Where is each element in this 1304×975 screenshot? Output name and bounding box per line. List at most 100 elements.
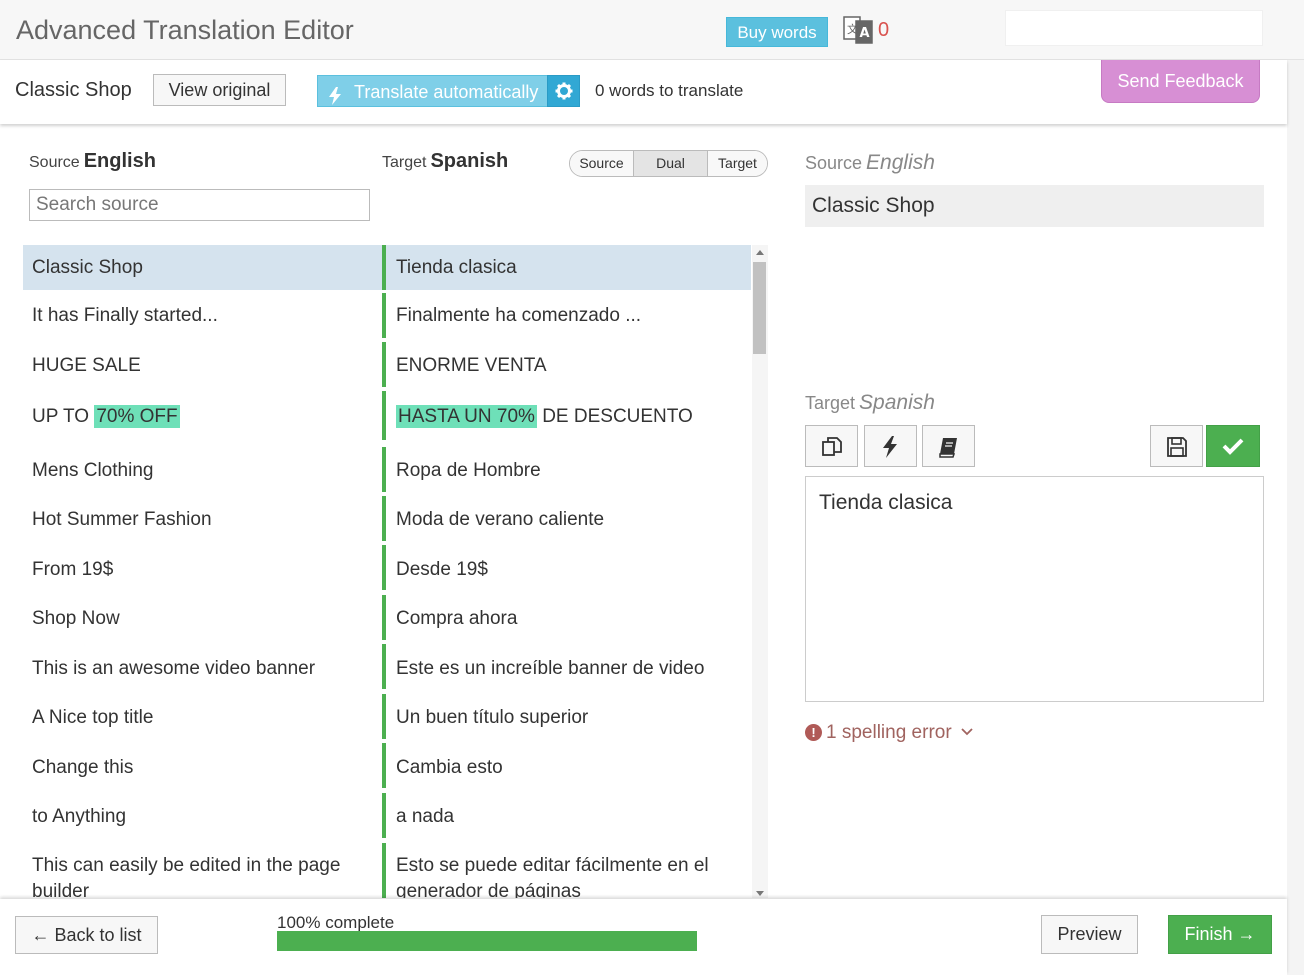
translate-automatically-label: Translate automatically [354, 82, 539, 102]
scroll-up-arrow-icon[interactable] [756, 250, 764, 255]
row-status-bar [382, 342, 386, 387]
row-source-text: UP TO 70% OFF [32, 405, 180, 428]
translation-row[interactable]: This can easily be edited in the page bu… [23, 843, 751, 898]
view-mode-source[interactable]: Source [570, 151, 634, 176]
view-original-button[interactable]: View original [153, 74, 286, 106]
machine-translate-button[interactable] [864, 425, 917, 467]
window-gutter [1287, 60, 1304, 975]
copy-source-button[interactable] [805, 425, 858, 467]
translation-row[interactable]: From 19$ Desde 19$ [23, 545, 751, 590]
translation-row[interactable]: Mens Clothing Ropa de Hombre [23, 447, 751, 492]
scroll-down-arrow-icon[interactable] [756, 891, 764, 896]
row-target-text: Esto se puede editar fácilmente en el ge… [396, 855, 709, 898]
translation-row[interactable]: Hot Summer Fashion Moda de verano calien… [23, 496, 751, 541]
preview-button[interactable]: Preview [1041, 915, 1138, 954]
view-mode-toggle: Source Dual Target [569, 150, 768, 177]
title-bar: Advanced Translation Editor Buy words 文 … [0, 0, 1304, 60]
row-target-text: HASTA UN 70% DE DESCUENTO [396, 405, 693, 428]
row-status-bar [382, 595, 386, 640]
editor-toolbar: Classic Shop View original Translate aut… [0, 60, 1287, 124]
dictionary-button[interactable] [922, 425, 975, 467]
target-language-name: Spanish [430, 150, 509, 172]
row-source-text: This can easily be edited in the page bu… [32, 855, 341, 898]
list-source-language: Source English [29, 150, 156, 172]
svg-text:文: 文 [847, 22, 858, 36]
row-target-text: Tienda clasica [396, 257, 517, 278]
translation-row[interactable]: Change this Cambia esto [23, 743, 751, 788]
row-target-text: Moda de verano caliente [396, 509, 605, 530]
progress-bar-fill [277, 931, 697, 951]
source-language-name: English [83, 150, 156, 172]
row-source-text: Change this [32, 757, 134, 778]
view-mode-target[interactable]: Target [708, 151, 767, 176]
spelling-error-toggle[interactable]: ! 1 spelling error [805, 722, 973, 744]
translation-row[interactable]: HUGE SALE ENORME VENTA [23, 342, 751, 387]
translation-row[interactable]: Shop Now Compra ahora [23, 595, 751, 640]
save-button[interactable] [1150, 425, 1203, 467]
row-status-bar [382, 644, 386, 689]
row-status-bar [382, 496, 386, 541]
row-source-text: Mens Clothing [32, 460, 154, 481]
row-target-text: ENORME VENTA [396, 355, 547, 376]
translation-row[interactable]: UP TO 70% OFF HASTA UN 70% DE DESCUENTO [23, 391, 751, 440]
translate-automatically-button[interactable]: Translate automatically [317, 75, 548, 107]
row-status-bar [382, 545, 386, 590]
row-status-bar [382, 793, 386, 838]
row-source-text: to Anything [32, 806, 127, 827]
row-target-text: Este es un increíble banner de video [396, 658, 705, 679]
row-target-text: Compra ahora [396, 608, 518, 629]
document-name: Classic Shop [15, 79, 132, 101]
translation-row[interactable]: It has Finally started... Finalmente ha … [23, 293, 751, 338]
bolt-icon [883, 436, 897, 458]
highlight-mark: HASTA UN 70% [396, 405, 537, 428]
translation-row[interactable]: This is an awesome video banner Este es … [23, 644, 751, 689]
row-source-text: This is an awesome video banner [32, 658, 316, 679]
row-status-bar [382, 694, 386, 739]
finish-button[interactable]: Finish → [1168, 915, 1272, 954]
back-to-list-button[interactable]: ← Back to list [15, 916, 158, 954]
words-to-translate: 0 words to translate [595, 81, 744, 100]
confirm-translation-button[interactable] [1206, 425, 1260, 467]
list-target-language: Target Spanish [382, 150, 509, 172]
chevron-down-icon [961, 728, 973, 736]
progress-bar [277, 931, 697, 951]
row-status-bar [382, 293, 386, 338]
row-target-text: a nada [396, 806, 455, 827]
translation-row[interactable]: A Nice top title Un buen título superior [23, 694, 751, 739]
translation-row-selected[interactable]: Classic Shop Tienda clasica [23, 245, 751, 290]
row-source-text: Hot Summer Fashion [32, 509, 212, 530]
row-source-text: It has Finally started... [32, 305, 218, 326]
buy-words-button[interactable]: Buy words [726, 17, 828, 47]
highlight-mark: 70% OFF [94, 405, 180, 428]
search-source-input[interactable] [29, 189, 370, 221]
translate-icon: 文 A [843, 15, 873, 47]
check-icon [1222, 438, 1244, 455]
editor-footer: ← Back to list 100% complete Preview Fin… [0, 899, 1287, 975]
list-scrollbar-thumb[interactable] [753, 262, 766, 354]
copy-icon [822, 437, 842, 456]
gear-icon [555, 82, 573, 100]
editor-source-text: Classic Shop [805, 185, 1264, 227]
row-target-text: Cambia esto [396, 757, 503, 778]
row-status-bar [382, 743, 386, 788]
top-search-field[interactable] [1005, 10, 1263, 46]
progress-label: 100% complete [277, 913, 395, 932]
auto-translate-settings-button[interactable] [547, 75, 580, 107]
row-source-text: HUGE SALE [32, 355, 141, 376]
row-target-text: Ropa de Hombre [396, 460, 541, 481]
translation-list: Classic Shop Tienda clasica It has Final… [23, 245, 751, 898]
svg-text:A: A [860, 26, 870, 41]
target-text-editor[interactable]: Tienda clasica [805, 476, 1264, 702]
word-credit-count: 0 [878, 19, 890, 41]
send-feedback-button[interactable]: Send Feedback [1101, 60, 1260, 103]
view-mode-dual[interactable]: Dual [634, 151, 708, 176]
translation-row[interactable]: to Anything a nada [23, 793, 751, 838]
row-source-text: Classic Shop [32, 257, 143, 278]
editor-source-language: English [866, 151, 935, 174]
row-target-text: Finalmente ha comenzado ... [396, 305, 642, 326]
editor-source-label: Source English [805, 151, 935, 174]
save-icon [1167, 437, 1187, 457]
row-target-text: Desde 19$ [396, 559, 488, 580]
book-icon [939, 438, 957, 458]
row-status-bar [382, 391, 386, 440]
